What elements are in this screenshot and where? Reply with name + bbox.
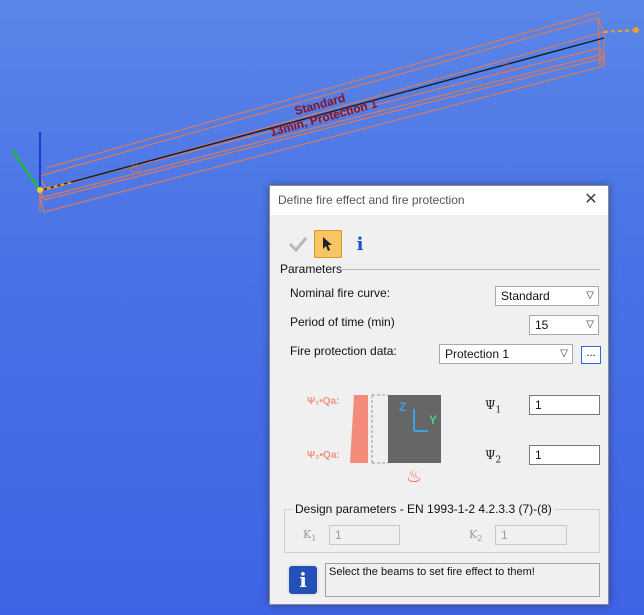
psi1-qa-label: Ψ₁•Qa: xyxy=(307,396,340,407)
psi2-qa-label: Ψ₂•Qa: xyxy=(307,450,340,461)
info-icon: i xyxy=(356,233,364,255)
period-of-time-value: 15 xyxy=(535,318,549,332)
fire-protection-data-label: Fire protection data: xyxy=(290,344,397,358)
close-icon[interactable]: ✕ xyxy=(580,189,602,211)
nominal-fire-curve-select[interactable]: Standard ▽ xyxy=(495,286,599,306)
dialog-title: Define fire effect and fire protection xyxy=(278,193,465,207)
k2-input[interactable]: 1 xyxy=(495,525,567,545)
browse-protection-button[interactable]: ... xyxy=(581,346,601,364)
info-large-icon: i xyxy=(287,564,319,596)
status-message: Select the beams to set fire effect to t… xyxy=(325,563,600,597)
nominal-fire-curve-label: Nominal fire curve: xyxy=(290,286,391,300)
info-button[interactable]: i xyxy=(346,230,374,258)
chevron-down-icon: ▽ xyxy=(560,348,568,359)
flame-marker-icon: ♨ xyxy=(500,57,514,76)
axis-y-label: Y xyxy=(429,413,438,427)
flame-icon: ♨ xyxy=(406,466,423,486)
period-of-time-label: Period of time (min) xyxy=(290,315,395,329)
psi1-input[interactable]: 1 xyxy=(529,395,600,415)
nominal-fire-curve-value: Standard xyxy=(501,289,550,303)
psi2-input[interactable]: 1 xyxy=(529,445,600,465)
dialog-titlebar[interactable]: Define fire effect and fire protection ✕ xyxy=(270,186,608,215)
k1-label: K1 xyxy=(303,528,317,544)
parameters-label: Parameters xyxy=(280,262,343,276)
pointer-icon xyxy=(323,237,332,251)
fire-protection-value: Protection 1 xyxy=(445,347,510,361)
end-node-icon xyxy=(603,27,639,33)
period-of-time-select[interactable]: 15 ▽ xyxy=(529,315,599,335)
k2-label: K2 xyxy=(469,528,483,544)
chevron-down-icon: ▽ xyxy=(586,319,594,330)
fire-effect-dialog: Define fire effect and fire protection ✕… xyxy=(269,185,609,605)
k1-input[interactable]: 1 xyxy=(329,525,400,545)
fire-load-diagram xyxy=(350,394,441,464)
parameters-divider xyxy=(340,269,600,270)
design-parameters-title: Design parameters - EN 1993-1-2 4.2.3.3 … xyxy=(292,502,555,516)
fire-protection-select[interactable]: Protection 1 ▽ xyxy=(439,344,573,364)
checkmark-icon xyxy=(288,237,308,252)
dialog-toolbar: i xyxy=(284,230,584,260)
ok-button[interactable] xyxy=(284,230,312,258)
psi2-label: Ψ2 xyxy=(485,448,502,466)
axis-z-label: Z xyxy=(399,400,407,414)
flame-marker-icon: ♨ xyxy=(128,157,142,176)
select-button[interactable] xyxy=(314,230,342,258)
psi1-label: Ψ1 xyxy=(485,398,502,416)
chevron-down-icon: ▽ xyxy=(586,290,594,301)
